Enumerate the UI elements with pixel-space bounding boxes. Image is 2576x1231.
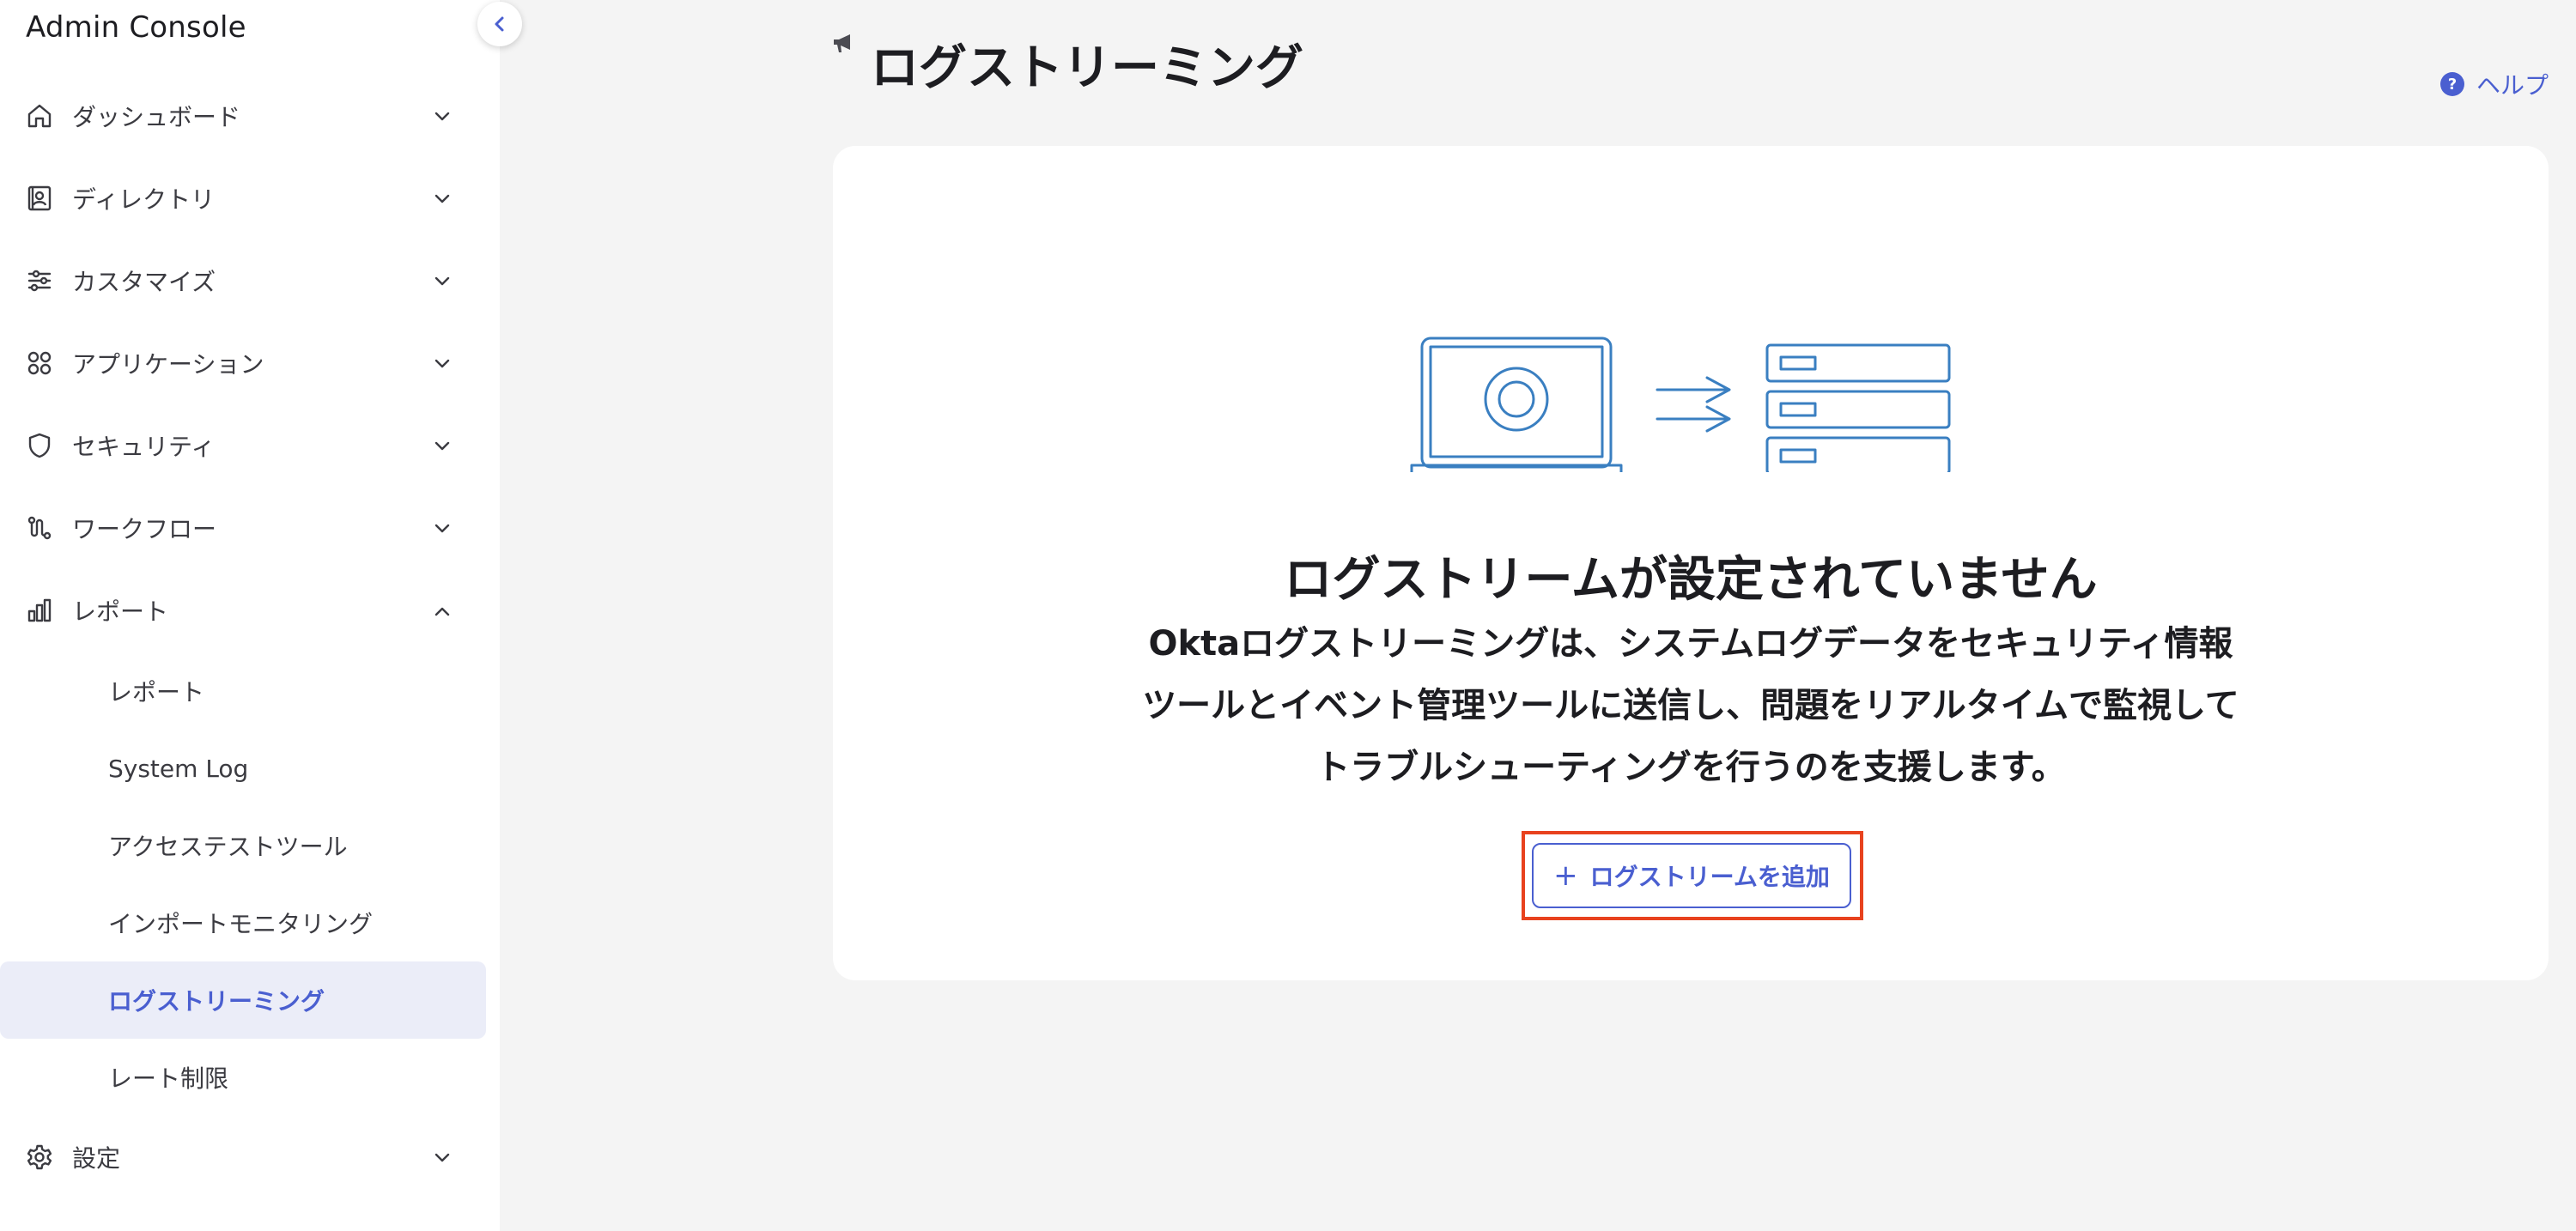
megaphone-icon [834, 34, 850, 52]
sidebar: Admin Console ダッシュボード ディレクトリ カスタマイズ アプリケ… [0, 0, 500, 1231]
chevron-down-icon [434, 194, 450, 203]
sidebar-subitem-label: レート制限 [108, 1064, 229, 1093]
arrow-right-icon [1656, 376, 1731, 433]
help-label: ヘルプ [2476, 71, 2549, 100]
sidebar-item-reports[interactable]: レポート [0, 576, 481, 645]
empty-state-description-line: Oktaログストリーミングは、システムログデータをセキュリティ情報 [1148, 624, 2233, 664]
chevron-down-icon [434, 441, 450, 451]
home-icon [27, 104, 52, 128]
empty-state-description: Oktaログストリーミングは、システムログデータをセキュリティ情報 ツールとイベ… [1090, 613, 2292, 798]
chevron-down-icon [434, 112, 450, 121]
bar-chart-icon [27, 598, 52, 622]
empty-state-description-line: トラブルシューティングを行うのを支援します。 [1315, 748, 2066, 787]
sidebar-subitem-system-log[interactable]: System Log [0, 730, 486, 807]
sidebar-item-directory[interactable]: ディレクトリ [0, 164, 481, 233]
add-log-stream-label: ログストリームを追加 [1589, 863, 1830, 891]
sidebar-item-label: セキュリティ [72, 433, 216, 461]
sidebar-item-customize[interactable]: カスタマイズ [0, 246, 481, 315]
log-streaming-illustration [1410, 337, 1951, 472]
sidebar-item-label: 設定 [72, 1144, 121, 1173]
workflow-icon [27, 516, 52, 540]
chevron-down-icon [434, 359, 450, 368]
app-title: Admin Console [26, 10, 246, 45]
add-log-stream-button[interactable]: + ログストリームを追加 [1532, 843, 1851, 908]
chevron-down-icon [434, 1153, 450, 1162]
help-link[interactable]: ? ヘルプ [2440, 67, 2549, 101]
sidebar-item-label: アプリケーション [72, 350, 264, 379]
collapse-sidebar-button[interactable] [477, 2, 522, 46]
sidebar-subitem-label: インポートモニタリング [108, 910, 374, 938]
apps-grid-icon [27, 351, 52, 375]
sidebar-item-label: レポート [72, 597, 169, 626]
directory-icon [27, 185, 52, 211]
empty-state-heading: ログストリームが設定されていません [1284, 552, 2098, 608]
empty-state-card: ログストリームが設定されていません Oktaログストリーミングは、システムログデ… [833, 146, 2549, 980]
sidebar-item-applications[interactable]: アプリケーション [0, 329, 481, 397]
chevron-left-icon [495, 16, 504, 32]
sidebar-item-workflow[interactable]: ワークフロー [0, 494, 481, 562]
chevron-up-icon [434, 607, 450, 616]
page-title: ログストリーミング [871, 40, 1303, 96]
sidebar-item-label: カスタマイズ [72, 268, 216, 296]
sidebar-subitem-log-streaming[interactable]: ログストリーミング [0, 961, 486, 1039]
plus-icon: + [1553, 858, 1578, 893]
sidebar-subitem-access-testing-tool[interactable]: アクセステストツール [0, 807, 486, 884]
sliders-icon [27, 270, 52, 292]
help-icon: ? [2440, 72, 2464, 96]
sidebar-item-dashboard[interactable]: ダッシュボード [0, 82, 481, 150]
gear-icon [27, 1144, 52, 1170]
sidebar-item-label: ディレクトリ [72, 185, 216, 214]
empty-state-description-line: ツールとイベント管理ツールに送信し、問題をリアルタイムで監視して [1142, 686, 2239, 725]
sidebar-subitem-label: ログストリーミング [108, 987, 325, 1016]
sidebar-subitem-reports[interactable]: レポート [0, 652, 486, 730]
sidebar-item-security[interactable]: セキュリティ [0, 411, 481, 480]
sidebar-subitem-import-monitoring[interactable]: インポートモニタリング [0, 884, 486, 961]
chevron-down-icon [434, 276, 450, 286]
sidebar-subitem-label: System Log [108, 754, 249, 783]
sidebar-item-label: ダッシュボード [72, 103, 241, 131]
sidebar-subitem-label: アクセステストツール [108, 833, 348, 861]
shield-icon [28, 433, 51, 458]
sidebar-subitem-rate-limits[interactable]: レート制限 [0, 1039, 486, 1116]
laptop-icon [1410, 337, 1623, 472]
sidebar-item-label: ワークフロー [72, 515, 217, 543]
chevron-down-icon [434, 524, 450, 533]
sidebar-subitem-label: レポート [108, 678, 205, 706]
server-stack-icon [1765, 343, 1951, 472]
sidebar-item-settings[interactable]: 設定 [0, 1123, 481, 1192]
